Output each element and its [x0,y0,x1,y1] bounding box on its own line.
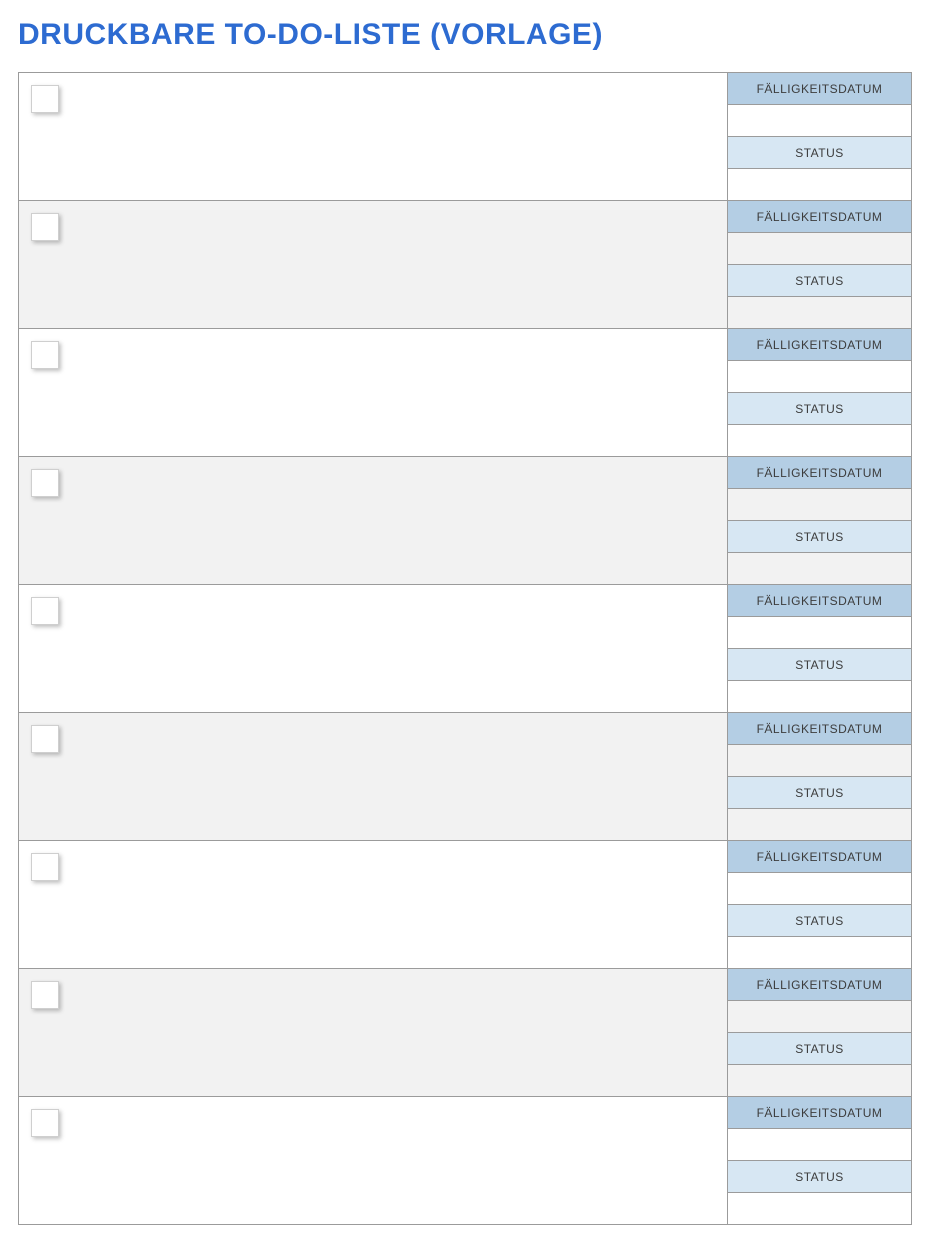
due-date-value[interactable] [728,1001,911,1033]
status-label: STATUS [728,777,911,809]
due-date-label: FÄLLIGKEITSDATUM [728,841,911,873]
meta-column: FÄLLIGKEITSDATUM STATUS [727,713,911,840]
due-date-label: FÄLLIGKEITSDATUM [728,329,911,361]
checkbox-icon[interactable] [31,85,59,113]
due-date-value[interactable] [728,1129,911,1161]
status-label: STATUS [728,905,911,937]
task-cell[interactable] [19,457,727,584]
checkbox-icon[interactable] [31,213,59,241]
checkbox-icon[interactable] [31,597,59,625]
checkbox-icon[interactable] [31,1109,59,1137]
checkbox-icon[interactable] [31,469,59,497]
todo-row: FÄLLIGKEITSDATUM STATUS [19,201,911,329]
due-date-label: FÄLLIGKEITSDATUM [728,457,911,489]
due-date-value[interactable] [728,233,911,265]
todo-row: FÄLLIGKEITSDATUM STATUS [19,969,911,1097]
due-date-value[interactable] [728,489,911,521]
status-label: STATUS [728,521,911,553]
status-value[interactable] [728,1065,911,1096]
due-date-label: FÄLLIGKEITSDATUM [728,585,911,617]
task-cell[interactable] [19,969,727,1096]
status-label: STATUS [728,265,911,297]
todo-sheet: FÄLLIGKEITSDATUM STATUS FÄLLIGKEITSDATUM… [18,72,912,1225]
meta-column: FÄLLIGKEITSDATUM STATUS [727,73,911,200]
due-date-label: FÄLLIGKEITSDATUM [728,201,911,233]
task-cell[interactable] [19,841,727,968]
todo-row: FÄLLIGKEITSDATUM STATUS [19,841,911,969]
checkbox-icon[interactable] [31,853,59,881]
task-cell[interactable] [19,1097,727,1224]
status-value[interactable] [728,937,911,968]
meta-column: FÄLLIGKEITSDATUM STATUS [727,1097,911,1224]
status-label: STATUS [728,1033,911,1065]
due-date-value[interactable] [728,745,911,777]
due-date-label: FÄLLIGKEITSDATUM [728,713,911,745]
due-date-label: FÄLLIGKEITSDATUM [728,1097,911,1129]
todo-row: FÄLLIGKEITSDATUM STATUS [19,713,911,841]
task-cell[interactable] [19,73,727,200]
todo-row: FÄLLIGKEITSDATUM STATUS [19,457,911,585]
due-date-value[interactable] [728,617,911,649]
page-title: DRUCKBARE TO-DO-LISTE (VORLAGE) [18,18,912,52]
status-value[interactable] [728,681,911,712]
due-date-value[interactable] [728,873,911,905]
todo-row: FÄLLIGKEITSDATUM STATUS [19,1097,911,1225]
due-date-value[interactable] [728,105,911,137]
status-value[interactable] [728,809,911,840]
due-date-value[interactable] [728,361,911,393]
meta-column: FÄLLIGKEITSDATUM STATUS [727,457,911,584]
status-value[interactable] [728,553,911,584]
meta-column: FÄLLIGKEITSDATUM STATUS [727,841,911,968]
todo-row: FÄLLIGKEITSDATUM STATUS [19,73,911,201]
status-label: STATUS [728,393,911,425]
status-label: STATUS [728,1161,911,1193]
checkbox-icon[interactable] [31,341,59,369]
status-value[interactable] [728,1193,911,1224]
task-cell[interactable] [19,585,727,712]
meta-column: FÄLLIGKEITSDATUM STATUS [727,585,911,712]
meta-column: FÄLLIGKEITSDATUM STATUS [727,969,911,1096]
status-value[interactable] [728,297,911,328]
task-cell[interactable] [19,329,727,456]
meta-column: FÄLLIGKEITSDATUM STATUS [727,329,911,456]
checkbox-icon[interactable] [31,725,59,753]
status-label: STATUS [728,137,911,169]
due-date-label: FÄLLIGKEITSDATUM [728,73,911,105]
status-value[interactable] [728,169,911,200]
status-value[interactable] [728,425,911,456]
status-label: STATUS [728,649,911,681]
todo-row: FÄLLIGKEITSDATUM STATUS [19,329,911,457]
checkbox-icon[interactable] [31,981,59,1009]
meta-column: FÄLLIGKEITSDATUM STATUS [727,201,911,328]
task-cell[interactable] [19,201,727,328]
task-cell[interactable] [19,713,727,840]
due-date-label: FÄLLIGKEITSDATUM [728,969,911,1001]
todo-row: FÄLLIGKEITSDATUM STATUS [19,585,911,713]
